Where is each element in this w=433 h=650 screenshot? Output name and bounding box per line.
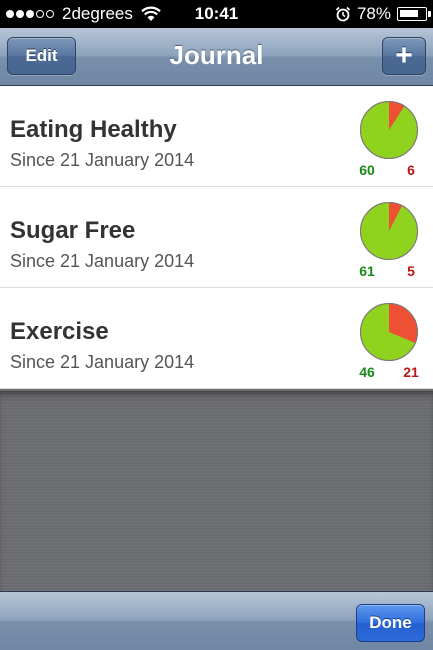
progress-pie-chart (360, 202, 418, 260)
status-right: 78% (335, 4, 431, 24)
status-bar: 2degrees 10:41 78% (0, 0, 433, 28)
battery-level (400, 10, 418, 17)
journal-row[interactable]: Sugar Free Since 21 January 2014 61 5 (0, 187, 433, 288)
good-days-count: 60 (359, 162, 375, 178)
add-button[interactable]: + (382, 37, 426, 75)
bad-days-count: 6 (407, 162, 415, 178)
battery-icon (397, 7, 431, 21)
good-days-count: 46 (359, 364, 375, 380)
habit-name: Eating Healthy (10, 116, 177, 143)
good-days-count: 61 (359, 263, 375, 279)
habit-since-date: Since 21 January 2014 (10, 352, 195, 372)
battery-percent: 78% (356, 4, 391, 23)
bottom-toolbar: Done (0, 591, 433, 650)
page-title: Journal (169, 40, 264, 70)
habit-since-date: Since 21 January 2014 (10, 150, 195, 170)
journal-row[interactable]: Eating Healthy Since 21 January 2014 60 6 (0, 86, 433, 187)
habit-name: Exercise (10, 318, 109, 345)
bad-days-count: 5 (407, 263, 415, 279)
navigation-bar: Edit Journal + (0, 28, 433, 86)
journal-list: Eating Healthy Since 21 January 2014 60 6 Su… (0, 86, 433, 389)
battery-tip (428, 11, 431, 17)
bad-days-count: 21 (403, 364, 419, 380)
linen-background (0, 391, 433, 591)
alarm-clock-icon (335, 6, 351, 22)
journal-row[interactable]: Exercise Since 21 January 2014 46 21 (0, 288, 433, 389)
progress-pie-chart (360, 101, 418, 159)
habit-since-date: Since 21 January 2014 (10, 251, 195, 271)
done-button[interactable]: Done (356, 604, 425, 642)
progress-pie-chart (360, 303, 418, 361)
habit-name: Sugar Free (10, 217, 136, 244)
